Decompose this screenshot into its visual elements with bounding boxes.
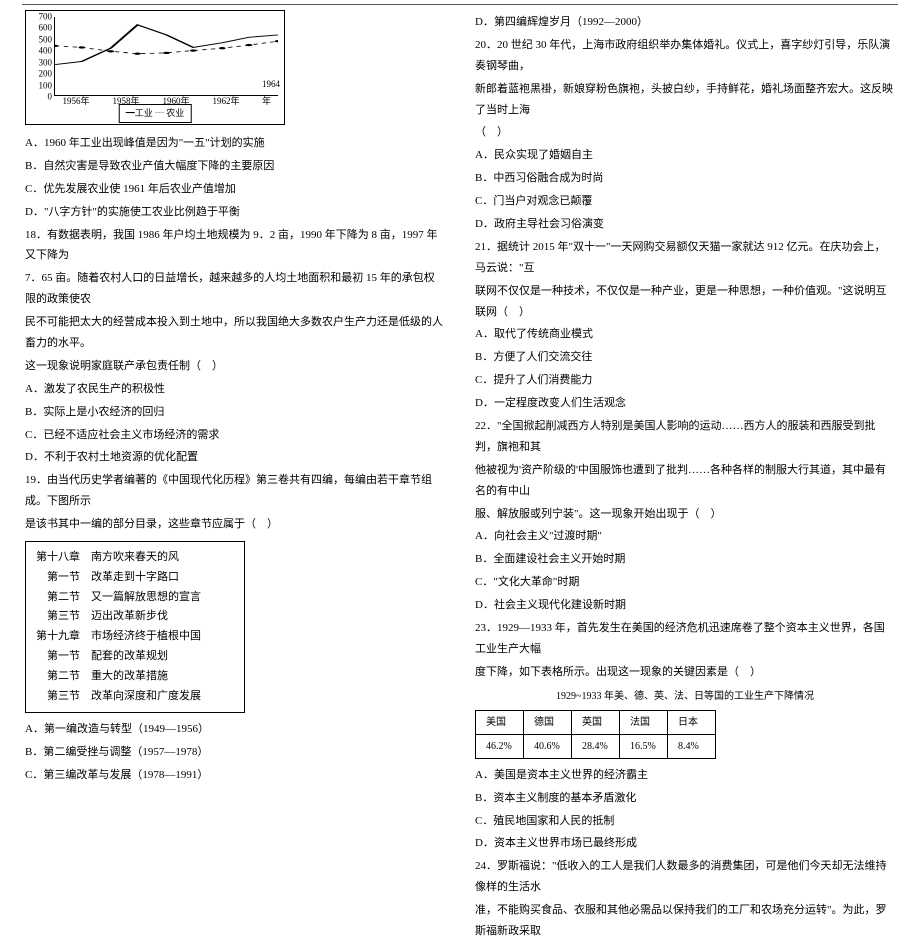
q23-option-b: B．资本主义制度的基本矛盾激化 [475,788,895,809]
table-row: 46.2% 40.6% 28.4% 16.5% 8.4% [476,734,716,758]
q18-stem: 18．有数据表明，我国 1986 年户均土地规模为 9．2 亩，1990 年下降… [25,225,445,267]
q17-option-a: A．1960 年工业出现峰值是因为"一五"计划的实施 [25,133,445,154]
xtick: 1964年 [262,76,280,110]
q18-stem: 7．65 亩。随着农村人口的日益增长，越来越多的人均土地面积和最初 15 年的承… [25,268,445,310]
q22-option-d: D．社会主义现代化建设新时期 [475,595,895,616]
q22-option-c: C．"文化大革命"时期 [475,572,895,593]
q21-option-c: C．提升了人们消费能力 [475,370,895,391]
q20-option-a: A．民众实现了婚姻自主 [475,145,895,166]
toc-line: 第一节 改革走到十字路口 [36,568,234,588]
q24-stem: 24．罗斯福说："低收入的工人是我们人数最多的消费集团，可是他们今天却无法维持像… [475,856,895,898]
q23-option-c: C．殖民地国家和人民的抵制 [475,811,895,832]
q17-option-c: C．优先发展农业使 1961 年后农业产值增加 [25,179,445,200]
toc-line: 第一节 配套的改革规划 [36,647,234,667]
left-column: 700 600 500 400 300 200 100 0 1956年 1958… [25,10,445,641]
table-cell: 46.2% [476,734,524,758]
table-row: 美国 德国 英国 法国 日本 [476,710,716,734]
q17-option-d: D．"八字方针"的实施使工农业比例趋于平衡 [25,202,445,223]
q21-option-a: A．取代了传统商业模式 [475,324,895,345]
ytick: 0 [28,88,52,105]
table-header: 英国 [572,710,620,734]
agri-markers [55,40,278,55]
toc-line: 第三节 改革向深度和广度发展 [36,687,234,707]
page-top-rule [22,4,898,5]
table-cell: 8.4% [668,734,716,758]
series-industry-line [55,25,278,65]
q21-stem: 联网不仅仅是一种技术，不仅仅是一种产业，更是一种思想，一种价值观。"这说明互联网… [475,281,895,323]
q18-option-a: A．激发了农民生产的积极性 [25,379,445,400]
q18-option-b: B．实际上是小农经济的回归 [25,402,445,423]
two-column-layout: 700 600 500 400 300 200 100 0 1956年 1958… [25,10,895,641]
q22-stem: 22．"全国掀起削减西方人特别是美国人影响的运动……西方人的服装和西服受到批判，… [475,416,895,458]
q19-option-d: D．第四编辉煌岁月（1992—2000） [475,12,895,33]
right-column: D．第四编辉煌岁月（1992—2000） 20．20 世纪 30 年代，上海市政… [475,10,895,641]
table-cell: 28.4% [572,734,620,758]
q18-stem: 这一现象说明家庭联产承包责任制（ ） [25,356,445,377]
q20-stem: （ ） [475,122,895,143]
q23-option-d: D．资本主义世界市场已最终形成 [475,833,895,854]
table-header: 日本 [668,710,716,734]
q23-stem: 度下降，如下表格所示。出现这一现象的关键因素是（ ） [475,662,895,683]
xtick: 1962年 [212,93,239,110]
chart-lines-svg [55,17,278,95]
q19-stem: 19．由当代历史学者编著的《中国现代化历程》第三卷共有四编，每编由若干章节组成。… [25,470,445,512]
line-chart-box: 700 600 500 400 300 200 100 0 1956年 1958… [25,10,285,125]
toc-line: 第三节 迈出改革新步伐 [36,607,234,627]
q20-option-d: D．政府主导社会习俗演变 [475,214,895,235]
q22-stem: 他被视为'资产阶级的'中国服饰也遭到了批判……各种各样的制服大行其道，其中最有名… [475,460,895,502]
toc-line: 第十九章 市场经济终于植根中国 [36,627,234,647]
q18-stem: 民不可能把太大的经营成本投入到土地中，所以我国绝大多数农户生产力还是低级的人畜力… [25,312,445,354]
table-cell: 16.5% [620,734,668,758]
toc-line: 第十八章 南方吹来春天的风 [36,548,234,568]
table-header: 德国 [524,710,572,734]
chart-plot-area [54,17,278,96]
q22-option-b: B．全面建设社会主义开始时期 [475,549,895,570]
toc-line: 第二节 又一篇解放思想的宣言 [36,588,234,608]
q22-stem: 服、解放服或列宁装"。这一现象开始出现于（ ） [475,504,895,525]
table-header: 美国 [476,710,524,734]
table-header: 法国 [620,710,668,734]
q22-option-a: A．向社会主义"过渡时期" [475,526,895,547]
q24-stem: 准，不能购买食品、衣服和其他必需品以保持我们的工厂和农场充分运转"。为此，罗斯福… [475,900,895,942]
chart-legend: ━工业 ┄ 农业 [119,104,192,123]
q20-option-c: C．门当户对观念已颠覆 [475,191,895,212]
q19-option-a: A．第一编改造与转型（1949—1956） [25,719,445,740]
q19-stem: 是该书其中一编的部分目录，这些章节应属于（ ） [25,514,445,535]
q19-option-c: C．第三编改革与发展（1978—1991） [25,765,445,786]
xtick: 1956年 [62,93,89,110]
q21-stem: 21．据统计 2015 年"双十一"一天网购交易额仅天猫一家就达 912 亿元。… [475,237,895,279]
q20-option-b: B．中西习俗融合成为时尚 [475,168,895,189]
q23-table-title: 1929~1933 年美、德、英、法、日等国的工业生产下降情况 [475,687,895,706]
q20-stem: 20．20 世纪 30 年代，上海市政府组织举办集体婚礼。仪式上，喜字纱灯引导，… [475,35,895,77]
q21-option-b: B．方便了人们交流交往 [475,347,895,368]
q18-option-d: D．不利于农村土地资源的优化配置 [25,447,445,468]
table-cell: 40.6% [524,734,572,758]
q19-toc-box: 第十八章 南方吹来春天的风 第一节 改革走到十字路口 第二节 又一篇解放思想的宣… [25,541,245,713]
q23-stem: 23．1929—1933 年，首先发生在美国的经济危机迅速席卷了整个资本主义世界… [475,618,895,660]
q18-option-c: C．已经不适应社会主义市场经济的需求 [25,425,445,446]
q17-option-b: B．自然灾害是导致农业产值大幅度下降的主要原因 [25,156,445,177]
q21-option-d: D．一定程度改变人们生活观念 [475,393,895,414]
q20-stem: 新郎着蓝袍黑褂，新娘穿粉色旗袍，头披白纱，手持鲜花，婚礼场面整齐宏大。这反映了当… [475,79,895,121]
q23-option-a: A．美国是资本主义世界的经济霸主 [475,765,895,786]
q19-option-b: B．第二编受挫与调整（1957—1978） [25,742,445,763]
toc-line: 第二节 重大的改革措施 [36,667,234,687]
q23-downturn-table: 美国 德国 英国 法国 日本 46.2% 40.6% 28.4% 16.5% 8… [475,710,716,759]
